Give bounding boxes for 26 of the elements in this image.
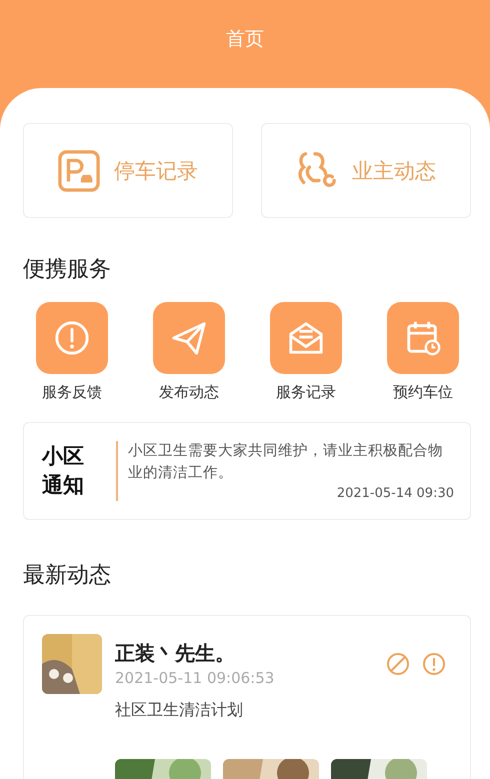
post-time: 2021-05-11 09:06:53	[115, 669, 276, 687]
section-title: 便携服务	[23, 256, 112, 284]
quick-card[interactable]: 业主动态	[261, 123, 471, 218]
parking-icon	[58, 150, 100, 192]
service-label: 服务反馈	[42, 383, 102, 402]
author-name: 正装丶先生。	[115, 640, 236, 667]
post-text: 社区卫生清洁计划	[115, 700, 244, 721]
notice-title: 小区通知	[42, 442, 85, 499]
service-button[interactable]	[36, 302, 108, 374]
notice-time: 2021-05-14 09:30	[336, 486, 454, 502]
block-icon[interactable]	[386, 652, 410, 676]
service-button[interactable]	[153, 302, 225, 374]
card-label: 停车记录	[114, 158, 198, 184]
notice-text: 小区卫生需要大家共同维护，请业主积极配合物业的清洁工作。	[128, 442, 444, 482]
report-icon[interactable]	[422, 652, 446, 676]
alert-icon	[53, 319, 91, 357]
service-label: 预约车位	[393, 383, 453, 402]
quick-card[interactable]: 停车记录	[23, 123, 233, 218]
service-button[interactable]	[270, 302, 342, 374]
service-label: 服务记录	[276, 383, 336, 402]
service-button[interactable]	[387, 302, 459, 374]
service-label: 发布动态	[159, 383, 219, 402]
section-title: 最新动态	[23, 562, 112, 590]
page-title: 首页	[226, 27, 264, 50]
notice-card[interactable]: 小区通知 小区卫生需要大家共同维护，请业主积极配合物业的清洁工作。 2021-05-14 09:30	[23, 422, 471, 520]
card-label: 业主动态	[352, 158, 436, 184]
